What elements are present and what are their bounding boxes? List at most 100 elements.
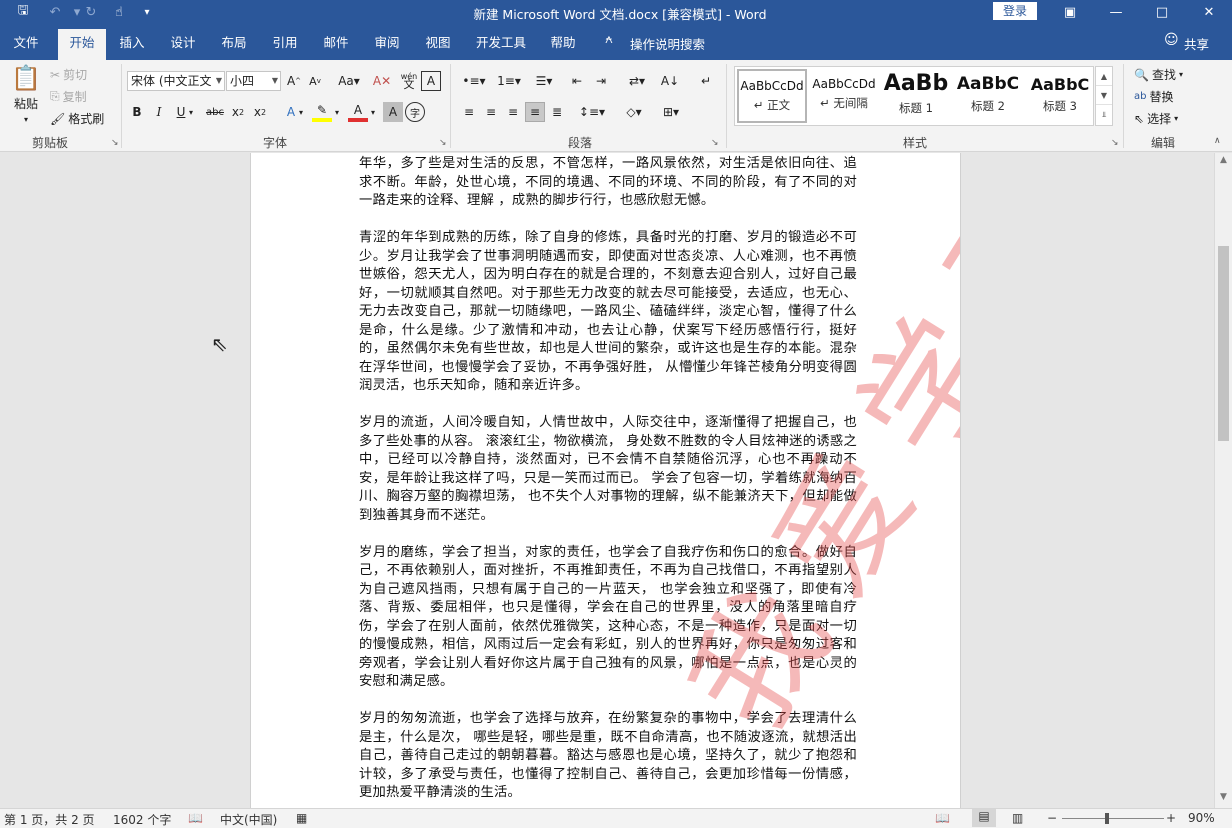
style-heading-1[interactable]: AaBb 标题 1: [881, 69, 951, 123]
tab-design[interactable]: 设计: [163, 29, 203, 60]
read-mode-icon[interactable]: 📖: [935, 811, 950, 825]
borders-icon[interactable]: ⊞▾: [656, 102, 686, 122]
clipboard-launcher-icon[interactable]: ↘: [111, 138, 119, 148]
highlight-icon[interactable]: ✎: [312, 102, 332, 122]
shrink-font-icon[interactable]: Av: [305, 71, 325, 91]
multilevel-list-icon[interactable]: ☰▾: [529, 71, 559, 91]
change-case-icon[interactable]: Aa▾: [335, 71, 363, 91]
chinese-layout-icon[interactable]: ⇄▾: [622, 71, 652, 91]
scroll-thumb[interactable]: [1218, 246, 1229, 441]
tab-review[interactable]: 审阅: [367, 29, 407, 60]
share-button[interactable]: 共享: [1184, 34, 1209, 53]
paragraph-launcher-icon[interactable]: ↘: [711, 138, 719, 148]
justify-icon[interactable]: ≡: [525, 102, 545, 122]
style-heading-3[interactable]: AaBbC 标题 3: [1025, 69, 1095, 123]
zoom-in-icon[interactable]: +: [1166, 811, 1176, 825]
tell-me-search[interactable]: 操作说明搜索: [630, 34, 705, 53]
styles-launcher-icon[interactable]: ↘: [1111, 138, 1119, 148]
sort-icon[interactable]: A↓: [660, 71, 680, 91]
tab-help[interactable]: 帮助: [543, 29, 583, 60]
font-color-dropdown-icon[interactable]: ▾: [368, 102, 378, 122]
phonetic-guide-icon[interactable]: wén 文: [399, 71, 419, 91]
align-right-icon[interactable]: ≡: [503, 102, 523, 122]
strikethrough-icon[interactable]: abc: [203, 102, 227, 122]
underline-dropdown-icon[interactable]: ▾: [186, 102, 196, 122]
tab-developer[interactable]: 开发工具: [472, 29, 530, 60]
paragraph[interactable]: 青涩的年华到成熟的历练，除了自身的修炼，具备时光的打磨、岁月的锻造必不可少。岁月…: [359, 229, 857, 396]
vertical-scrollbar[interactable]: ▲ ▼: [1214, 153, 1232, 808]
macro-record-icon[interactable]: ▦: [296, 811, 307, 825]
scroll-up-icon[interactable]: ▲: [1215, 155, 1232, 169]
tab-references[interactable]: 引用: [265, 29, 305, 60]
line-spacing-icon[interactable]: ↕≡▾: [577, 102, 607, 122]
font-name-combo[interactable]: 宋体 (中文正文 ▼: [127, 71, 225, 91]
superscript-icon[interactable]: x2: [250, 102, 270, 122]
document-page[interactable]: 年华，多了些是对生活的反思，不管怎样，一路风景依然，对生活是依旧向往、追求不断。…: [250, 153, 961, 808]
document-area[interactable]: 年华，多了些是对生活的反思，不管怎样，一路风景依然，对生活是依旧向往、追求不断。…: [0, 153, 1214, 808]
increase-indent-icon[interactable]: ⇥: [591, 71, 611, 91]
style-heading-2[interactable]: AaBbC 标题 2: [953, 69, 1023, 123]
font-launcher-icon[interactable]: ↘: [439, 138, 447, 148]
subscript-icon[interactable]: x2: [228, 102, 248, 122]
redo-icon[interactable]: ↻: [80, 2, 102, 22]
font-size-combo[interactable]: 小四 ▼: [226, 71, 281, 91]
highlight-dropdown-icon[interactable]: ▾: [332, 102, 342, 122]
grow-font-icon[interactable]: A ^: [284, 71, 304, 91]
collapse-ribbon-icon[interactable]: ∧: [1214, 136, 1221, 146]
character-shading-icon[interactable]: A: [383, 102, 403, 122]
login-button[interactable]: 登录: [993, 2, 1037, 20]
find-button[interactable]: 🔍 查找 ▾: [1134, 66, 1183, 83]
zoom-level[interactable]: 90%: [1188, 811, 1215, 825]
clear-formatting-icon[interactable]: A✕: [372, 71, 392, 91]
maximize-icon[interactable]: □: [1139, 0, 1185, 24]
font-color-icon[interactable]: A: [348, 102, 368, 122]
gallery-down-icon[interactable]: ▼: [1096, 86, 1112, 105]
touch-mode-icon[interactable]: ☝: [108, 2, 130, 22]
scroll-down-icon[interactable]: ▼: [1215, 792, 1232, 806]
paste-button[interactable]: 📋 粘贴 ▾: [10, 64, 42, 124]
ribbon-display-options-icon[interactable]: ▣: [1047, 0, 1093, 24]
tab-file[interactable]: 文件: [6, 29, 46, 60]
page-count[interactable]: 第 1 页，共 2 页: [4, 811, 95, 828]
gallery-up-icon[interactable]: ▲: [1096, 67, 1112, 86]
gallery-more-icon[interactable]: ⫫: [1096, 105, 1112, 124]
style-normal[interactable]: AaBbCcDd ↵ 正文: [737, 69, 807, 123]
format-painter-button[interactable]: 🖌 格式刷: [50, 110, 104, 127]
bold-icon[interactable]: B: [127, 102, 147, 122]
align-left-icon[interactable]: ≡: [459, 102, 479, 122]
tab-view[interactable]: 视图: [418, 29, 458, 60]
select-button[interactable]: ⇖ 选择 ▾: [1134, 110, 1178, 127]
paragraph[interactable]: 年华，多了些是对生活的反思，不管怎样，一路风景依然，对生活是依旧向往、追求不断。…: [359, 155, 857, 211]
italic-icon[interactable]: I: [149, 102, 169, 122]
distributed-icon[interactable]: ≣: [547, 102, 567, 122]
show-marks-icon[interactable]: ↵: [696, 71, 716, 91]
tab-insert[interactable]: 插入: [112, 29, 152, 60]
close-icon[interactable]: ✕: [1186, 0, 1232, 24]
zoom-slider-thumb[interactable]: [1105, 813, 1109, 824]
language[interactable]: 中文(中国): [220, 811, 277, 828]
save-icon[interactable]: 🖫: [12, 2, 34, 22]
align-center-icon[interactable]: ≡: [481, 102, 501, 122]
web-layout-icon[interactable]: ▥: [1012, 811, 1023, 825]
tab-home[interactable]: 开始: [58, 29, 106, 60]
bullets-icon[interactable]: •≡▾: [459, 71, 489, 91]
copy-button[interactable]: ⎘ 复制: [50, 88, 87, 105]
tab-mailings[interactable]: 邮件: [316, 29, 356, 60]
enclose-characters-icon[interactable]: 字: [405, 102, 425, 122]
minimize-icon[interactable]: —: [1093, 0, 1139, 24]
style-no-spacing[interactable]: AaBbCcDd ↵ 无间隔: [809, 69, 879, 123]
shading-icon[interactable]: ◇▾: [619, 102, 649, 122]
word-count[interactable]: 1602 个字: [113, 811, 171, 828]
cut-button[interactable]: ✂ 剪切: [50, 66, 87, 83]
customize-quick-access-icon[interactable]: ▾: [136, 2, 158, 22]
proofing-icon[interactable]: 📖: [188, 811, 203, 825]
character-border-icon[interactable]: A: [421, 71, 441, 91]
paste-dropdown-icon[interactable]: ▾: [24, 115, 28, 124]
decrease-indent-icon[interactable]: ⇤: [567, 71, 587, 91]
replace-button[interactable]: ab 替换: [1134, 88, 1174, 105]
numbering-icon[interactable]: 1≡▾: [494, 71, 524, 91]
zoom-slider[interactable]: [1062, 818, 1164, 819]
tab-layout[interactable]: 布局: [214, 29, 254, 60]
undo-icon[interactable]: ↶: [44, 2, 66, 22]
print-layout-icon[interactable]: ▤: [972, 809, 996, 827]
